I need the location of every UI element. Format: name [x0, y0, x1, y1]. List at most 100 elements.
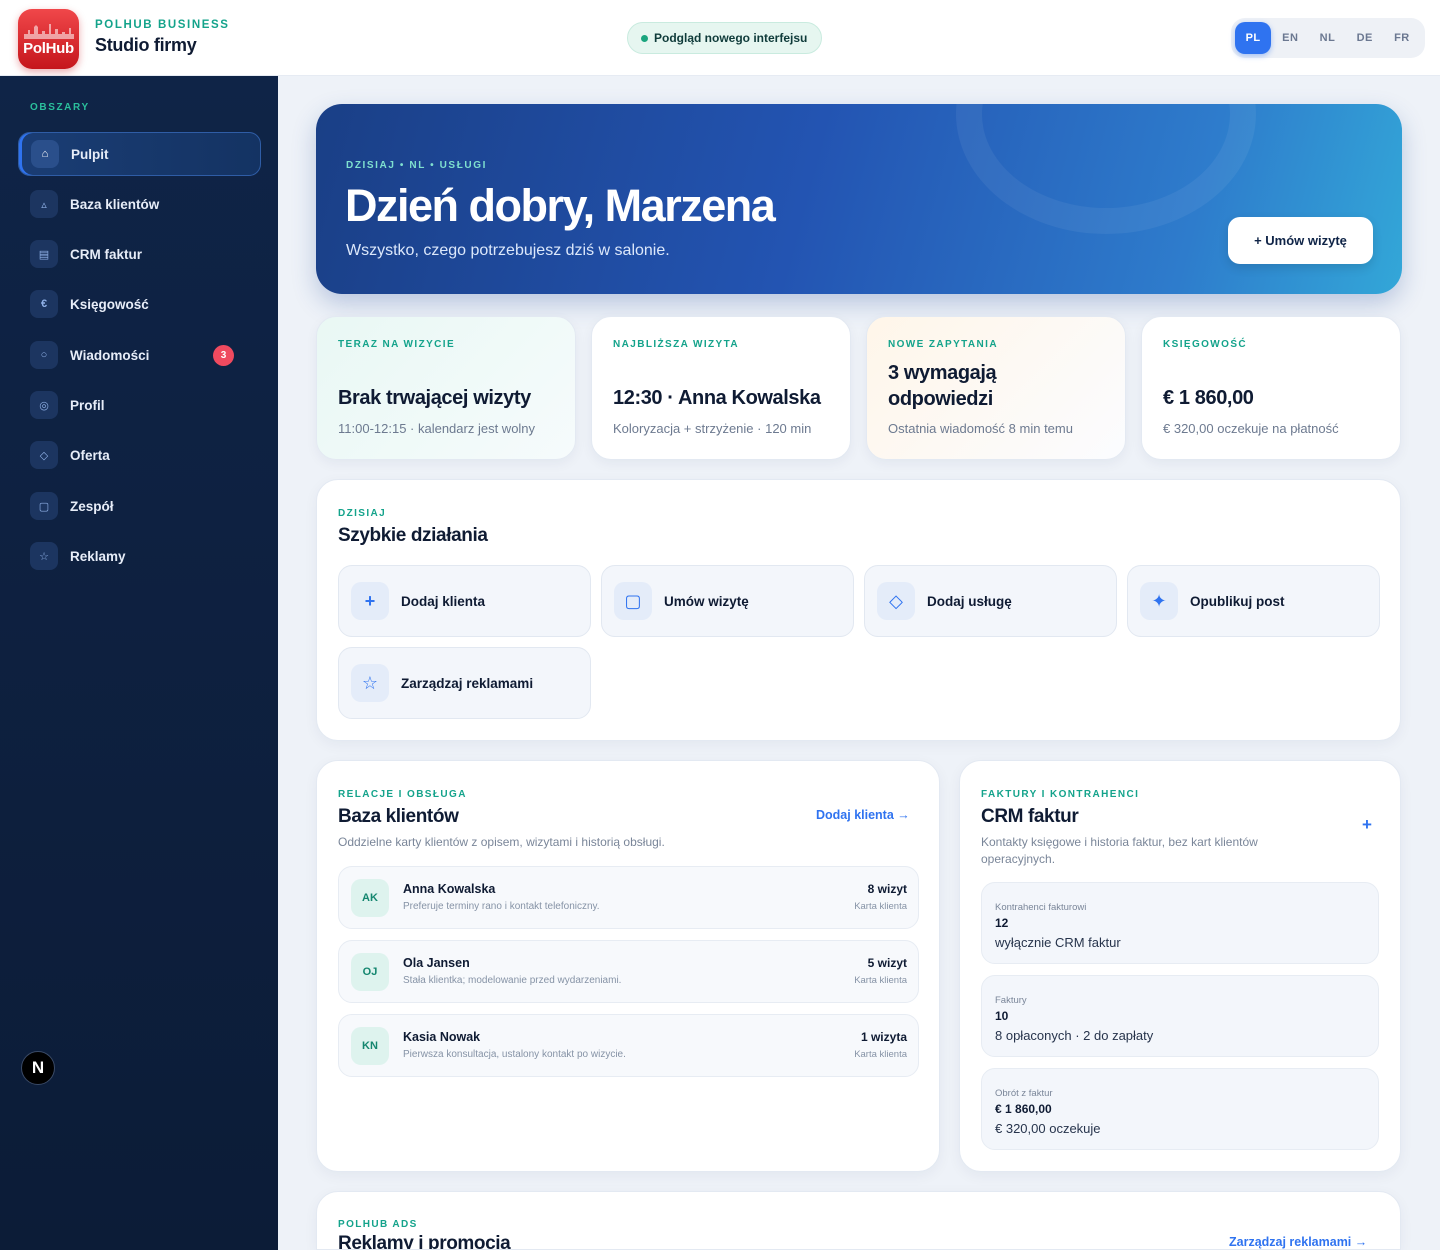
client-row[interactable]: OJ Ola Jansen Stała klientka; modelowani… [338, 940, 919, 1003]
stat-value: Brak trwającej wizyty [338, 387, 531, 409]
manage-ads-action[interactable]: ☆ Zarządzaj reklamami [338, 647, 591, 719]
decorative-ring [956, 104, 1256, 234]
status-dot-icon [641, 35, 648, 42]
section-kicker: FAKTURY I KONTRAHENCI [981, 789, 1140, 800]
message-icon: ○ [30, 341, 58, 369]
crm-label: Faktury [995, 995, 1027, 1006]
sidebar-item-zespol[interactable]: ▢ Zespół [18, 484, 261, 528]
polhub-logo[interactable]: PolHub [18, 9, 79, 69]
top-bar: PolHub POLHUB BUSINESS Studio firmy Podg… [0, 0, 1440, 76]
quick-actions-panel: DZISIAJ Szybkie działania + Dodaj klient… [316, 479, 1401, 741]
hero-subtitle: Wszystko, czego potrzebujesz dziś w salo… [346, 242, 670, 259]
sidebar-item-label: CRM faktur [70, 246, 143, 262]
preview-pill[interactable]: Podgląd nowego interfejsu [627, 22, 823, 54]
stat-card-next-visit[interactable]: NAJBLIŻSZA WIZYTA 12:30 · Anna Kowalska … [591, 316, 851, 460]
client-row[interactable]: AK Anna Kowalska Preferuje terminy rano … [338, 866, 919, 929]
client-name: Ola Jansen [403, 956, 470, 970]
stat-sub: Koloryzacja + strzyżenie · 120 min [613, 421, 812, 436]
brand-kicker: POLHUB BUSINESS [95, 19, 230, 31]
home-icon: ⌂ [31, 140, 59, 168]
section-title: Reklamy i promocja [338, 1233, 511, 1250]
calendar-icon: ▢ [614, 582, 652, 620]
client-avatar: AK [351, 879, 389, 917]
diamond-icon: ◇ [877, 582, 915, 620]
client-note: Pierwsza konsultacja, ustalony kontakt p… [403, 1049, 626, 1060]
crm-value: 12 [995, 916, 1009, 930]
section-title: Baza klientów [338, 806, 459, 827]
publish-post-action[interactable]: ✦ Opublikuj post [1127, 565, 1380, 637]
stat-sub: Ostatnia wiadomość 8 min temu [888, 421, 1073, 436]
client-row[interactable]: KN Kasia Nowak Pierwsza konsultacja, ust… [338, 1014, 919, 1077]
stat-value: € 1 860,00 [1163, 387, 1254, 409]
hero-kicker: DZISIAJ • NL • USŁUGI [346, 160, 487, 171]
lang-en[interactable]: EN [1272, 22, 1308, 54]
invoice-icon: ▤ [30, 240, 58, 268]
section-kicker: DZISIAJ [338, 508, 387, 519]
hero-banner: DZISIAJ • NL • USŁUGI Dzień dobry, Marze… [316, 104, 1402, 294]
lang-fr[interactable]: FR [1384, 22, 1420, 54]
crm-stat-box[interactable]: Faktury 10 8 opłaconych · 2 do zapłaty [981, 975, 1379, 1057]
lang-de[interactable]: DE [1347, 22, 1383, 54]
add-service-action[interactable]: ◇ Dodaj usługę [864, 565, 1117, 637]
sidebar-item-crm-faktur[interactable]: ▤ CRM faktur [18, 232, 261, 276]
section-kicker: RELACJE I OBSŁUGA [338, 789, 467, 800]
sidebar-item-reklamy[interactable]: ☆ Reklamy [18, 534, 261, 578]
plus-icon: + [351, 582, 389, 620]
client-avatar: OJ [351, 953, 389, 991]
action-label: Dodaj klienta [401, 593, 486, 609]
sidebar-item-pulpit[interactable]: ⌂ Pulpit [18, 132, 261, 176]
add-client-link[interactable]: Dodaj klienta → [816, 808, 910, 822]
manage-ads-link[interactable]: Zarządzaj reklamami → [1229, 1235, 1367, 1249]
language-switcher: PL EN NL DE FR [1231, 18, 1425, 58]
lang-pl[interactable]: PL [1235, 22, 1272, 54]
sidebar-item-label: Księgowość [70, 296, 149, 312]
client-card-link[interactable]: Karta klienta [854, 901, 907, 912]
crm-value: 10 [995, 1009, 1009, 1023]
client-note: Preferuje terminy rano i kontakt telefon… [403, 901, 600, 912]
action-label: Dodaj usługę [927, 593, 1012, 609]
sidebar-item-oferta[interactable]: ◇ Oferta [18, 433, 261, 477]
star-icon: ☆ [30, 542, 58, 570]
add-client-action[interactable]: + Dodaj klienta [338, 565, 591, 637]
crm-stat-box[interactable]: Obrót z faktur € 1 860,00 € 320,00 oczek… [981, 1068, 1379, 1150]
client-name: Anna Kowalska [403, 882, 496, 896]
sidebar-item-label: Oferta [70, 447, 110, 463]
crm-label: Obrót z faktur [995, 1088, 1053, 1099]
stat-card-current-visit[interactable]: TERAZ NA WIZYCIE Brak trwającej wizyty 1… [316, 316, 576, 460]
stat-value: 3 wymagają odpowiedzi [888, 362, 997, 410]
section-title: Szybkie działania [338, 525, 488, 546]
book-visit-button[interactable]: + Umów wizytę [1228, 217, 1373, 264]
section-kicker: POLHUB ADS [338, 1219, 418, 1230]
book-visit-action[interactable]: ▢ Umów wizytę [601, 565, 854, 637]
stat-card-new-inquiries[interactable]: NOWE ZAPYTANIA 3 wymagają odpowiedzi Ost… [866, 316, 1126, 460]
client-name: Kasia Nowak [403, 1030, 481, 1044]
client-card-link[interactable]: Karta klienta [854, 1049, 907, 1060]
sidebar-item-profil[interactable]: ◎ Profil [18, 383, 261, 427]
sidebar-item-label: Pulpit [71, 146, 109, 162]
stat-card-accounting[interactable]: KSIĘGOWOŚĆ € 1 860,00 € 320,00 oczekuje … [1141, 316, 1401, 460]
sparkle-icon: ✦ [1140, 582, 1178, 620]
client-card-link[interactable]: Karta klienta [854, 975, 907, 986]
stat-sub: € 320,00 oczekuje na płatność [1163, 421, 1339, 436]
section-description: Kontakty księgowe i historia faktur, bez… [981, 835, 1258, 866]
stat-kicker: TERAZ NA WIZYCIE [338, 339, 456, 350]
skyline-icon [24, 24, 74, 39]
crm-note: € 320,00 oczekuje [995, 1121, 1101, 1136]
sidebar-item-label: Wiadomości [70, 347, 150, 363]
user-avatar[interactable]: N [21, 1051, 55, 1085]
sidebar-item-wiadomosci[interactable]: ○ Wiadomości 3 [18, 333, 261, 377]
crm-stat-box[interactable]: Kontrahenci fakturowi 12 wyłącznie CRM f… [981, 882, 1379, 964]
triangle-icon: ▵ [30, 190, 58, 218]
ads-panel: POLHUB ADS Reklamy i promocja Zarządzaj … [316, 1191, 1401, 1250]
sidebar-item-label: Profil [70, 397, 105, 413]
sidebar-item-ksiegowosc[interactable]: € Księgowość [18, 282, 261, 326]
lang-nl[interactable]: NL [1309, 22, 1345, 54]
euro-icon: € [30, 290, 58, 318]
stat-value: 12:30 · Anna Kowalska [613, 387, 821, 409]
section-description: Oddzielne karty klientów z opisem, wizyt… [338, 835, 665, 849]
add-invoice-contact-button[interactable]: + [1362, 815, 1372, 835]
client-note: Stała klientka; modelowanie przed wydarz… [403, 975, 622, 986]
sidebar-item-label: Reklamy [70, 548, 126, 564]
sidebar: OBSZARY ⌂ Pulpit ▵ Baza klientów ▤ CRM f… [0, 76, 278, 1250]
sidebar-item-baza-klientow[interactable]: ▵ Baza klientów [18, 182, 261, 226]
